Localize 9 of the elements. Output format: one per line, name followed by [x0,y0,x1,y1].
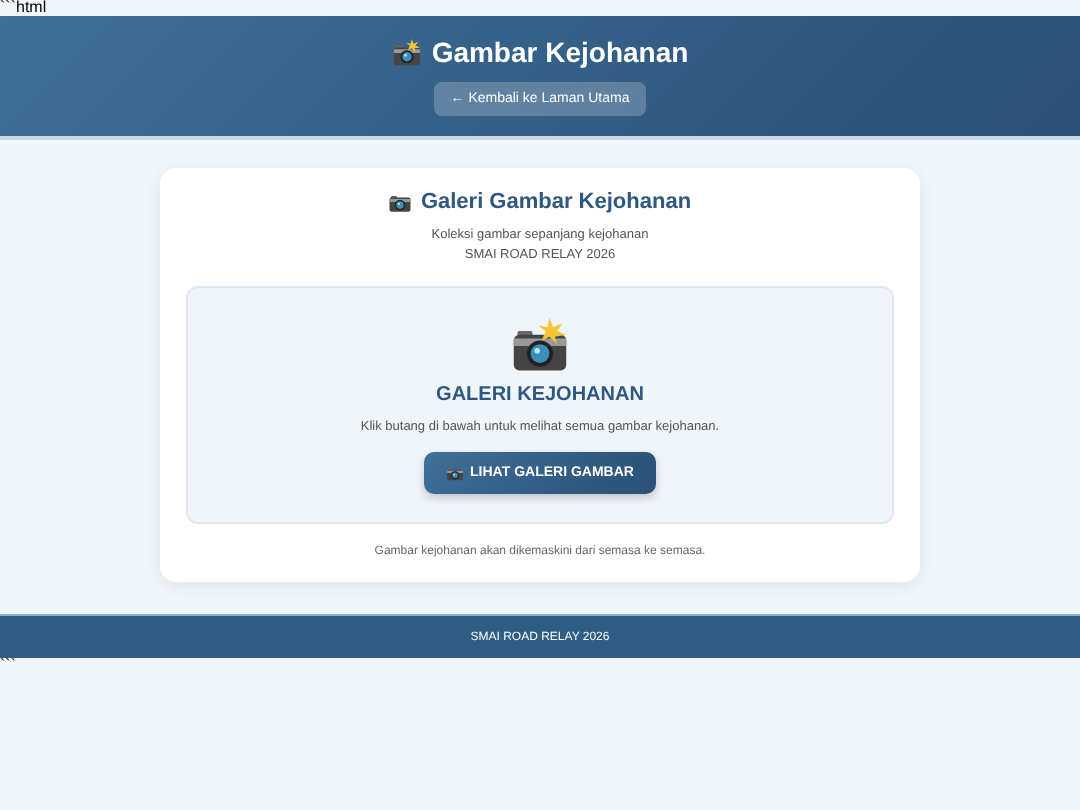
camera-icon [510,316,570,376]
code-fence-text: ```html [0,0,49,16]
page-title-text: Gambar Kejohanan [431,36,689,68]
panel-heading: GALERI KEJOHANAN [436,384,644,406]
camera-icon [388,190,413,214]
camera-icon [446,464,465,482]
code-fence-text: ``` [0,658,18,674]
card-title: Galeri Gambar Kejohanan [420,190,692,214]
camera-icon [391,37,422,67]
